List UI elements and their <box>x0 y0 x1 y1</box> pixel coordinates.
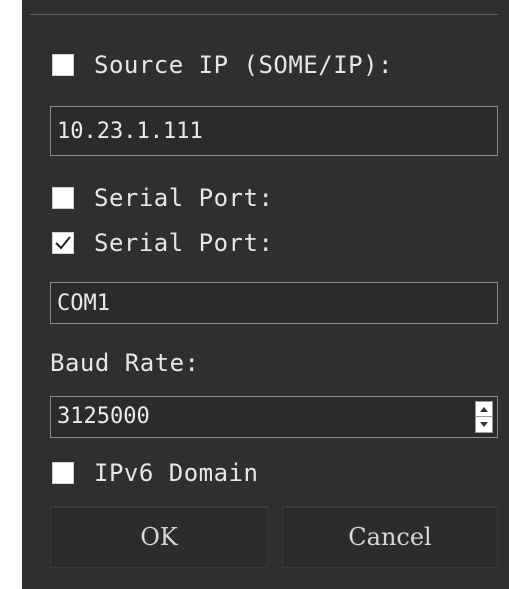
source-ip-input[interactable]: 10.23.1.111 <box>50 106 498 156</box>
source-ip-option[interactable]: Source IP (SOME/IP): <box>52 50 393 80</box>
ipv6-domain-checkbox[interactable] <box>52 462 74 484</box>
ipv6-domain-label: IPv6 Domain <box>94 459 259 487</box>
serial-port-checkbox-1[interactable] <box>52 187 74 209</box>
arrow-down-icon[interactable] <box>476 417 492 432</box>
source-ip-checkbox[interactable] <box>52 54 74 76</box>
baud-rate-label: Baud Rate: <box>50 349 200 377</box>
top-divider <box>30 14 498 15</box>
ipv6-domain-option[interactable]: IPv6 Domain <box>52 458 258 488</box>
arrow-up-icon[interactable] <box>476 402 492 417</box>
baud-rate-spinbox[interactable]: 3125000 <box>50 396 498 438</box>
serial-port-option-2[interactable]: Serial Port: <box>52 228 273 258</box>
serial-port-value: COM1 <box>57 290 110 316</box>
serial-port-label-1: Serial Port: <box>94 184 274 212</box>
source-ip-value: 10.23.1.111 <box>57 118 203 144</box>
baud-rate-spinner[interactable] <box>475 401 493 433</box>
serial-port-option-1[interactable]: Serial Port: <box>52 183 273 213</box>
ok-button[interactable]: OK <box>50 506 268 568</box>
check-icon <box>55 236 71 250</box>
baud-rate-value: 3125000 <box>57 404 150 429</box>
cancel-button[interactable]: Cancel <box>282 506 498 568</box>
serial-port-checkbox-2[interactable] <box>52 232 74 254</box>
source-ip-label: Source IP (SOME/IP): <box>94 51 393 79</box>
serial-port-label-2: Serial Port: <box>94 229 274 257</box>
serial-port-input[interactable]: COM1 <box>50 282 498 324</box>
